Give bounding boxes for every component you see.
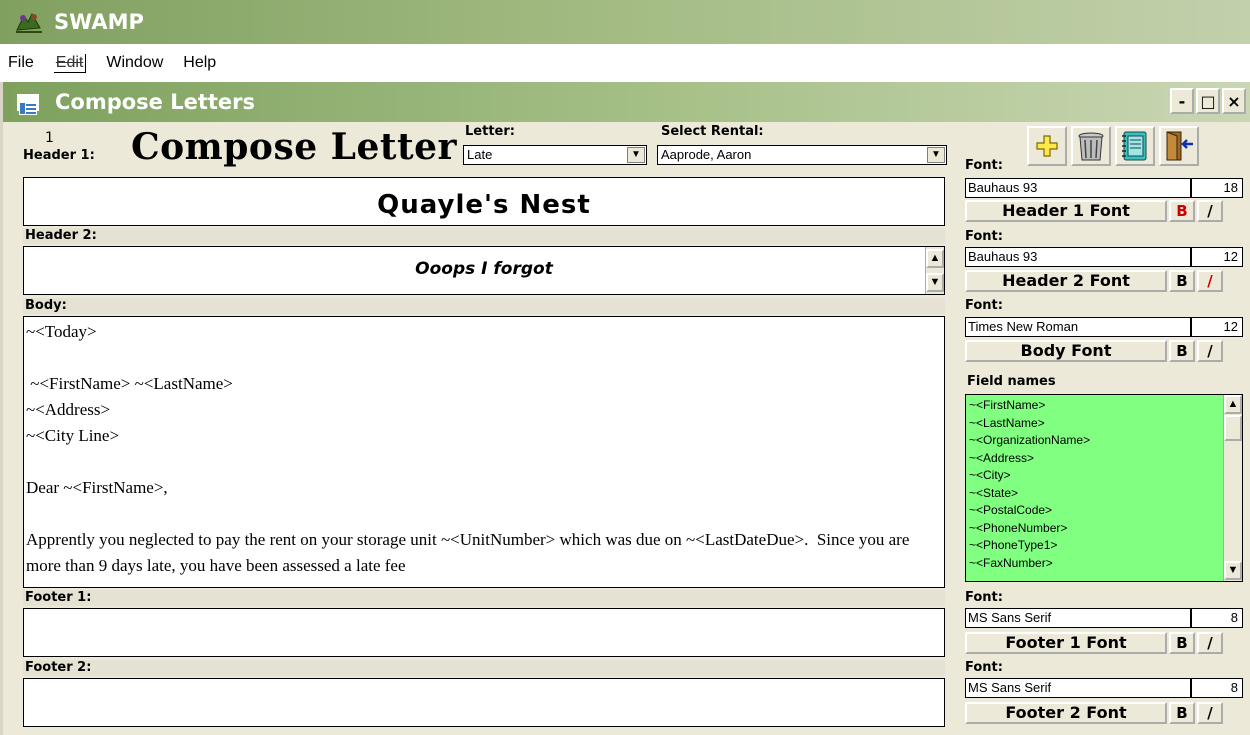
swamp-app-icon: [14, 10, 44, 34]
header1-font-size[interactable]: 18: [1191, 178, 1243, 198]
footer1-font-name[interactable]: MS Sans Serif: [965, 608, 1191, 628]
maximize-button[interactable]: □: [1196, 88, 1220, 114]
header2-font-name[interactable]: Bauhaus 93: [965, 247, 1191, 267]
field-name-item[interactable]: ~<OrganizationName>: [969, 432, 1242, 450]
field-name-item[interactable]: ~<PhoneType1>: [969, 537, 1242, 555]
footer1-bold-button[interactable]: B: [1169, 632, 1195, 654]
footer2-field[interactable]: [23, 678, 945, 727]
scroll-up-icon[interactable]: ▲: [1224, 395, 1242, 414]
letter-select[interactable]: Late ▼: [463, 145, 647, 165]
body-font-size[interactable]: 12: [1191, 317, 1243, 337]
letter-label: Letter:: [465, 124, 515, 139]
rental-label: Select Rental:: [661, 124, 764, 139]
page-title: Compose Letter: [131, 126, 457, 168]
field-name-item[interactable]: ~<FaxNumber>: [969, 555, 1242, 573]
app-title-bar: SWAMP: [0, 0, 1250, 44]
menu-help[interactable]: Help: [183, 54, 216, 72]
minimize-button[interactable]: -: [1170, 88, 1194, 114]
body-label: Body:: [23, 298, 945, 314]
notebook-button[interactable]: [1115, 126, 1155, 166]
field-name-item[interactable]: ~<PhoneNumber>: [969, 520, 1242, 538]
footer1-font-button[interactable]: Footer 1 Font: [965, 632, 1167, 654]
body-font-name[interactable]: Times New Roman: [965, 317, 1191, 337]
footer2-font-button[interactable]: Footer 2 Font: [965, 702, 1167, 724]
scroll-thumb[interactable]: [1224, 415, 1242, 441]
header1-text: Quayle's Nest: [377, 190, 591, 220]
rental-select-value: Aaprode, Aaron: [661, 147, 752, 162]
footer1-field[interactable]: [23, 608, 945, 657]
record-number: 1: [45, 130, 54, 146]
header2-label: Header 2:: [23, 228, 945, 244]
menu-window[interactable]: Window: [106, 54, 163, 72]
footer1-italic-button[interactable]: /: [1197, 632, 1223, 654]
app-title: SWAMP: [54, 10, 144, 34]
field-name-item[interactable]: ~<State>: [969, 485, 1242, 503]
header2-font-button[interactable]: Header 2 Font: [965, 270, 1167, 292]
header2-font-size[interactable]: 12: [1191, 247, 1243, 267]
form-icon: [17, 93, 39, 115]
field-name-item[interactable]: ~<City>: [969, 467, 1242, 485]
field-name-item[interactable]: ~<LastName>: [969, 415, 1242, 433]
scroll-down-icon[interactable]: ▼: [926, 273, 944, 292]
menu-file[interactable]: File: [8, 54, 34, 72]
footer1-label: Footer 1:: [23, 590, 945, 606]
footer2-label: Footer 2:: [23, 660, 945, 676]
close-button[interactable]: ×: [1222, 88, 1246, 114]
header1-bold-button[interactable]: B: [1169, 200, 1195, 222]
header1-italic-button[interactable]: /: [1197, 200, 1223, 222]
header1-font-label: Font:: [965, 158, 1003, 173]
header2-text: Ooops I forgot: [415, 259, 553, 279]
field-name-item[interactable]: ~<PostalCode>: [969, 502, 1242, 520]
header2-italic-button[interactable]: /: [1197, 270, 1223, 292]
add-button[interactable]: [1027, 126, 1067, 166]
footer2-italic-button[interactable]: /: [1197, 702, 1223, 724]
body-bold-button[interactable]: B: [1169, 340, 1195, 362]
header2-scrollbar[interactable]: ▲ ▼: [925, 247, 944, 294]
header1-label: Header 1:: [23, 148, 95, 163]
body-text: ~<Today> ~<FirstName> ~<LastName> ~<Addr…: [26, 322, 910, 575]
footer1-font-label: Font:: [965, 590, 1003, 605]
trash-icon: [1078, 132, 1104, 161]
window-title-bar: Compose Letters - □ ×: [3, 82, 1250, 122]
field-names-list[interactable]: ~<FirstName> ~<LastName> ~<OrganizationN…: [965, 394, 1243, 582]
body-field[interactable]: ~<Today> ~<FirstName> ~<LastName> ~<Addr…: [23, 316, 945, 588]
dropdown-arrow-icon[interactable]: ▼: [927, 147, 945, 163]
header1-font-name[interactable]: Bauhaus 93: [965, 178, 1191, 198]
footer2-bold-button[interactable]: B: [1169, 702, 1195, 724]
add-icon: [1036, 135, 1058, 157]
footer1-font-size[interactable]: 8: [1191, 608, 1243, 628]
footer2-font-size[interactable]: 8: [1191, 678, 1243, 698]
body-italic-button[interactable]: /: [1197, 340, 1223, 362]
field-name-item[interactable]: ~<FirstName>: [969, 397, 1242, 415]
notebook-icon: [1122, 131, 1147, 161]
header2-field[interactable]: Ooops I forgot ▲ ▼: [23, 246, 945, 295]
delete-button[interactable]: [1071, 126, 1111, 166]
exit-button[interactable]: [1159, 126, 1199, 166]
letter-select-value: Late: [467, 147, 493, 162]
footer2-font-name[interactable]: MS Sans Serif: [965, 678, 1191, 698]
compose-letters-window: Compose Letters - □ × 1 Header 1: Compos…: [0, 82, 1250, 735]
rental-select[interactable]: Aaprode, Aaron ▼: [657, 145, 947, 165]
menu-bar: File Edit Window Help: [0, 44, 1250, 82]
header1-field[interactable]: Quayle's Nest: [23, 177, 945, 226]
body-font-button[interactable]: Body Font: [965, 340, 1167, 362]
field-name-item[interactable]: ~<Address>: [969, 450, 1242, 468]
dropdown-arrow-icon[interactable]: ▼: [627, 147, 645, 163]
header2-bold-button[interactable]: B: [1169, 270, 1195, 292]
menu-edit[interactable]: Edit: [53, 53, 87, 73]
exit-door-icon: [1166, 131, 1193, 161]
footer2-font-label: Font:: [965, 660, 1003, 675]
scroll-up-icon[interactable]: ▲: [926, 249, 944, 268]
body-font-label: Font:: [965, 298, 1003, 313]
field-names-label: Field names: [967, 374, 1056, 389]
scroll-down-icon[interactable]: ▼: [1224, 561, 1242, 580]
field-names-scrollbar[interactable]: ▲ ▼: [1223, 395, 1242, 581]
window-title: Compose Letters: [55, 90, 256, 114]
header2-font-label: Font:: [965, 229, 1003, 244]
header1-font-button[interactable]: Header 1 Font: [965, 200, 1167, 222]
